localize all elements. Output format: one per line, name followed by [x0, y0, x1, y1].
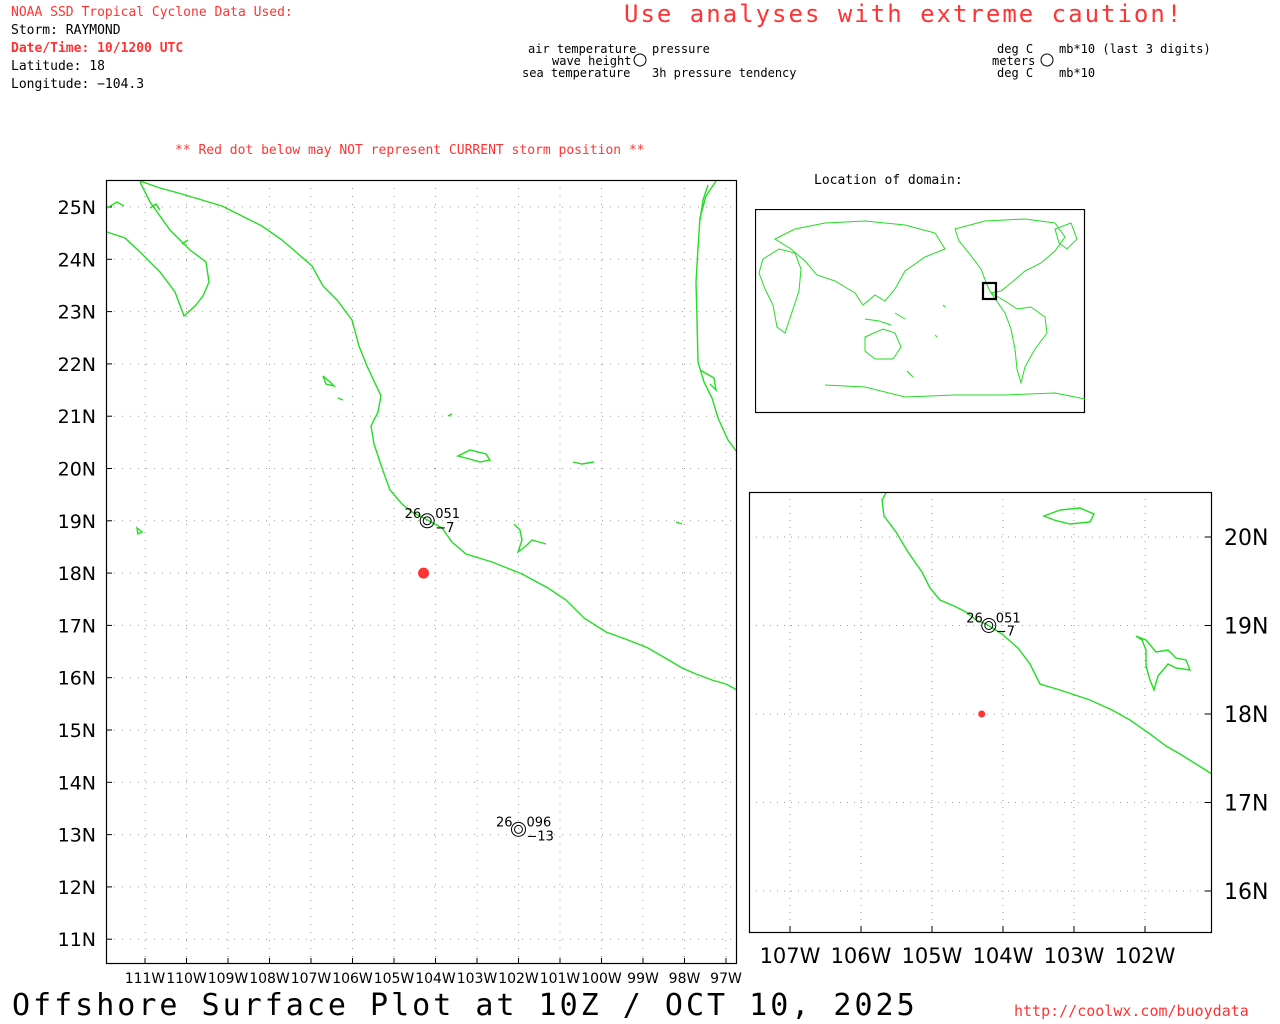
inset-lon-label: 103W	[1044, 944, 1105, 968]
inset-lat-label: 17N	[1224, 792, 1268, 817]
inset-map-longitude-labels: 107W 106W 105W 104W 103W 102W	[760, 944, 1176, 968]
inset-lat-label: 16N	[1224, 880, 1268, 905]
inset-lon-label: 106W	[831, 944, 892, 968]
inset-lat-label: 20N	[1224, 526, 1268, 551]
inset-lat-label: 19N	[1224, 615, 1268, 640]
inset-lat-label: 18N	[1224, 703, 1268, 728]
inset-lon-label: 107W	[760, 944, 821, 968]
inset-map: 20N 19N 18N 17N 16N 107W 106W 105W 104W 103W 102W…	[748, 491, 1268, 968]
inset-map-station: 26 051−7	[966, 612, 1020, 640]
inset-storm-position-dot	[978, 710, 986, 718]
station-air-temp: 26	[966, 612, 983, 627]
inset-lon-label: 105W	[902, 944, 963, 968]
source-url-link[interactable]: http://coolwx.com/buoydata	[1014, 1002, 1249, 1020]
inset-map-latitude-labels: 20N 19N 18N 17N 16N	[1224, 526, 1268, 905]
station-tendency: −7	[996, 625, 1015, 640]
inset-lon-label: 102W	[1115, 944, 1176, 968]
inset-map-coastline	[881, 492, 1213, 775]
inset-lon-label: 104W	[973, 944, 1034, 968]
plot-title: Offshore Surface Plot at 10Z / OCT 10, 2…	[12, 988, 918, 1023]
